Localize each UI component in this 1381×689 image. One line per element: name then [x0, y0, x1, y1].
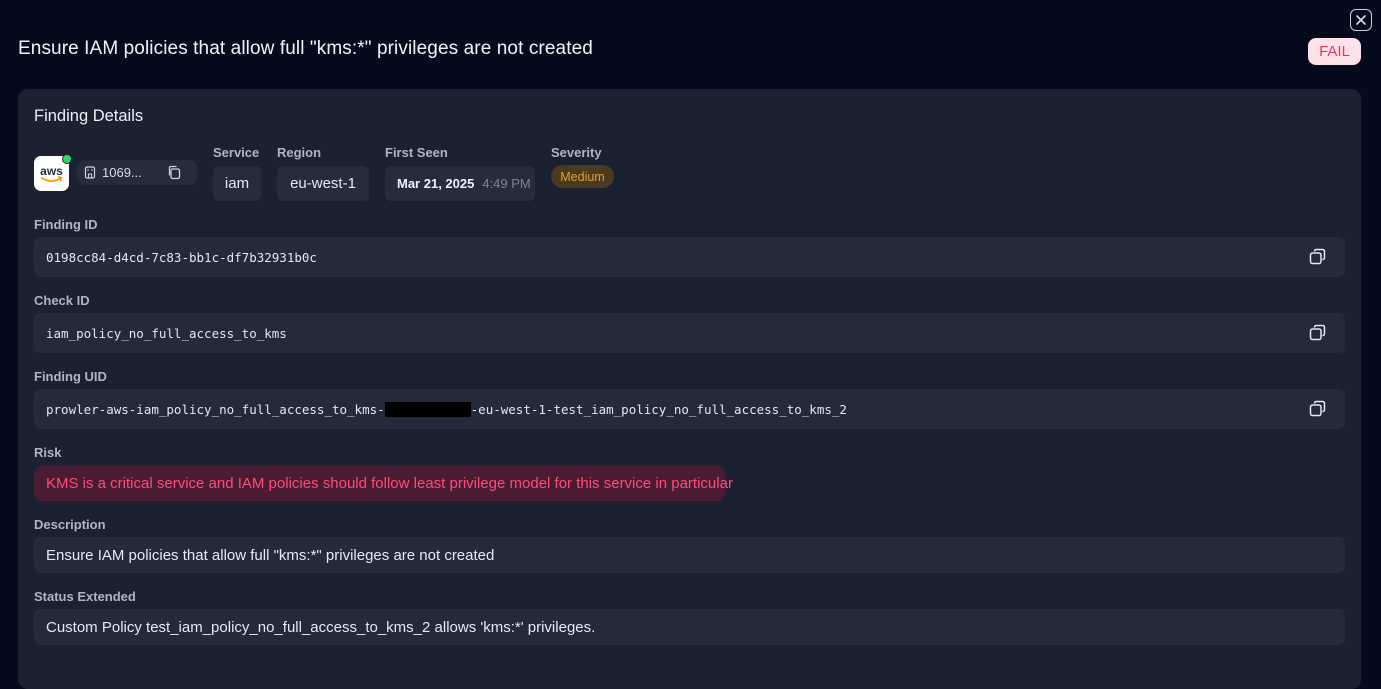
account-id: 1069...: [102, 165, 142, 180]
risk-label: Risk: [34, 445, 62, 460]
severity-label: Severity: [551, 145, 602, 160]
copy-icon[interactable]: [1309, 248, 1326, 265]
severity-badge: Medium: [551, 165, 614, 188]
aws-logo: aws: [34, 154, 72, 191]
account-chip[interactable]: 1069...: [77, 160, 197, 185]
finding-uid-prefix: prowler-aws-iam_policy_no_full_access_to…: [46, 401, 385, 417]
copy-icon[interactable]: [1309, 324, 1326, 341]
online-status-dot: [62, 154, 72, 164]
finding-id-value: 0198cc84-d4cd-7c83-bb1c-df7b32931b0c: [46, 249, 317, 265]
finding-uid-suffix: -eu-west-1-test_iam_policy_no_full_acces…: [470, 401, 847, 417]
first-seen-label: First Seen: [385, 145, 448, 160]
status-badge: FAIL: [1308, 38, 1361, 65]
svg-text:aws: aws: [40, 164, 63, 178]
region-value: eu-west-1: [277, 166, 369, 201]
finding-uid-field: prowler-aws-iam_policy_no_full_access_to…: [34, 389, 1345, 429]
redacted-account: [384, 401, 471, 417]
service-value: iam: [213, 166, 261, 201]
building-icon: [84, 166, 96, 179]
status-extended-value: Custom Policy test_iam_policy_no_full_ac…: [34, 609, 1345, 645]
finding-id-label: Finding ID: [34, 217, 98, 232]
close-button[interactable]: [1350, 9, 1372, 31]
check-id-field: iam_policy_no_full_access_to_kms: [34, 313, 1345, 353]
status-extended-label: Status Extended: [34, 589, 136, 604]
copy-icon[interactable]: [1309, 400, 1326, 417]
card-title: Finding Details: [34, 107, 144, 125]
description-label: Description: [34, 517, 106, 532]
description-value: Ensure IAM policies that allow full "kms…: [34, 537, 1345, 573]
finding-id-field: 0198cc84-d4cd-7c83-bb1c-df7b32931b0c: [34, 237, 1345, 277]
region-label: Region: [277, 145, 322, 160]
risk-value: KMS is a critical service and IAM polici…: [34, 466, 733, 501]
check-id-value: iam_policy_no_full_access_to_kms: [46, 325, 287, 341]
service-label: Service: [213, 145, 260, 160]
first-seen-time: 4:49 PM: [482, 176, 531, 191]
finding-details-card: Finding Details aws 1069... Service iam …: [18, 89, 1361, 689]
page-title: Ensure IAM policies that allow full "kms…: [18, 38, 593, 59]
first-seen-value: Mar 21, 2025 4:49 PM: [385, 166, 535, 201]
copy-account-icon[interactable]: [167, 165, 181, 180]
first-seen-date: Mar 21, 2025: [397, 176, 475, 191]
finding-uid-label: Finding UID: [34, 369, 107, 384]
check-id-label: Check ID: [34, 293, 90, 308]
close-icon: [1356, 15, 1366, 25]
